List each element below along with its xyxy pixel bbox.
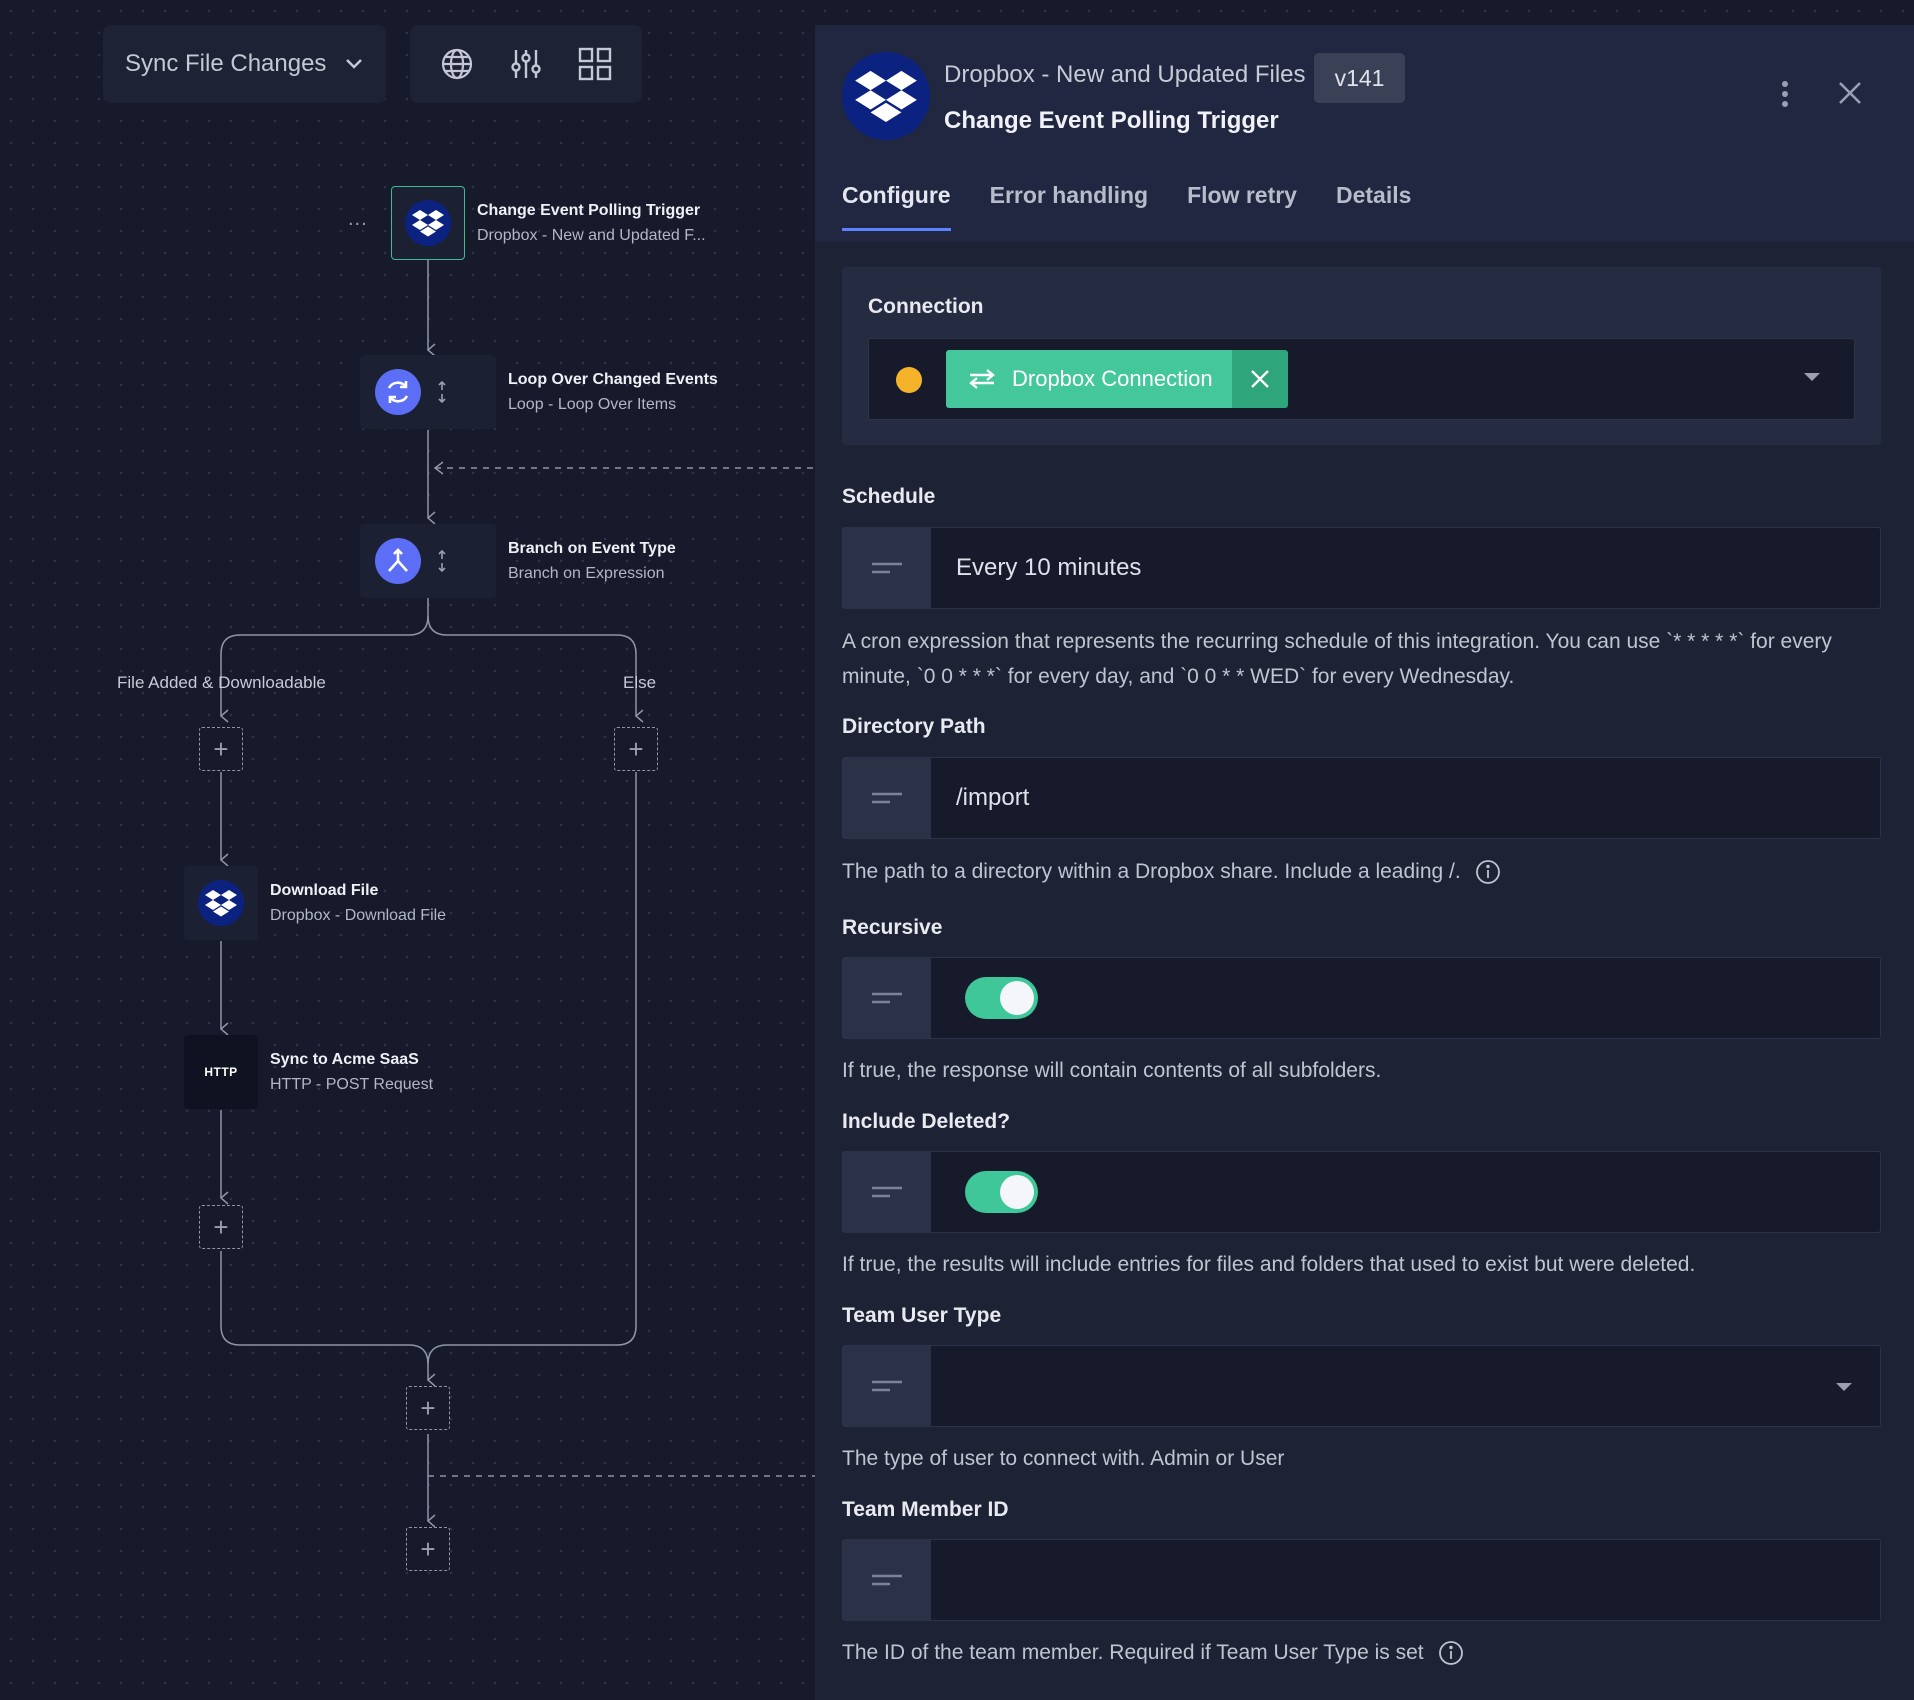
directory-path-value: /import xyxy=(956,784,1030,811)
connector-title: Dropbox - New and Updated Files xyxy=(944,61,1306,88)
trigger-more-icon[interactable]: ... xyxy=(348,208,368,231)
node-title: Branch on Event Type xyxy=(508,539,676,557)
branch-label-left: File Added & Downloadable xyxy=(117,673,326,692)
recursive-description: If true, the response will contain conte… xyxy=(842,1059,1382,1082)
connection-chip[interactable]: Dropbox Connection xyxy=(946,350,1288,408)
input-type-icon[interactable] xyxy=(843,1152,931,1232)
node-title: Sync to Acme SaaS xyxy=(270,1050,419,1068)
node-subtitle: Loop - Loop Over Items xyxy=(508,395,677,413)
node-trigger[interactable]: Change Event Polling Trigger Dropbox - N… xyxy=(391,186,706,260)
add-step-button[interactable]: + xyxy=(199,1205,243,1249)
connection-section: Connection Dropbox Connection xyxy=(842,267,1881,445)
input-type-icon[interactable] xyxy=(843,1346,931,1426)
directory-path-field[interactable]: /import xyxy=(842,757,1881,839)
recursive-label: Recursive xyxy=(842,916,943,939)
directory-path-description: The path to a directory within a Dropbox… xyxy=(842,860,1461,883)
node-title: Loop Over Changed Events xyxy=(508,370,718,388)
input-type-icon[interactable] xyxy=(843,958,931,1038)
node-subtitle: Dropbox - Download File xyxy=(270,906,447,924)
team-user-type-description: The type of user to connect with. Admin … xyxy=(842,1447,1285,1470)
version-badge[interactable]: v141 xyxy=(1314,53,1405,103)
loop-icon xyxy=(375,369,421,415)
node-branch[interactable]: Branch on Event Type Branch on Expressio… xyxy=(360,524,676,598)
dropbox-icon xyxy=(405,200,451,246)
collapse-icon[interactable] xyxy=(437,380,447,404)
node-title: Change Event Polling Trigger xyxy=(477,201,701,219)
dropbox-icon xyxy=(842,52,930,140)
input-type-icon[interactable] xyxy=(843,1540,931,1620)
schedule-description: A cron expression that represents the re… xyxy=(842,630,1832,688)
clear-connection-icon[interactable] xyxy=(1231,350,1288,408)
more-vertical-icon[interactable] xyxy=(1781,80,1789,108)
team-member-id-description: The ID of the team member. Required if T… xyxy=(842,1641,1424,1664)
collapse-icon[interactable] xyxy=(437,549,447,573)
connection-select[interactable]: Dropbox Connection xyxy=(868,338,1855,420)
include-deleted-toggle[interactable] xyxy=(965,1171,1038,1213)
team-member-id-value xyxy=(931,1540,956,1620)
schedule-label: Schedule xyxy=(842,485,936,508)
globe-icon[interactable] xyxy=(440,47,474,81)
branch-label-else: Else xyxy=(623,673,657,692)
flow-selector[interactable]: Sync File Changes xyxy=(103,25,386,103)
flow-name: Sync File Changes xyxy=(125,50,327,77)
connection-status-dot xyxy=(896,367,922,393)
sliders-icon[interactable] xyxy=(509,47,543,81)
node-title: Download File xyxy=(270,881,379,899)
chevron-down-icon[interactable] xyxy=(1836,1383,1852,1391)
directory-path-label: Directory Path xyxy=(842,715,986,738)
panel-header: Dropbox - New and Updated Files v141 Cha… xyxy=(815,25,1914,242)
team-user-type-select[interactable] xyxy=(842,1345,1881,1427)
node-download-file[interactable]: Download File Dropbox - Download File xyxy=(184,866,446,940)
swap-icon xyxy=(968,368,996,390)
panel-tabs: Configure Error handling Flow retry Deta… xyxy=(842,182,1411,231)
branch-icon xyxy=(375,538,421,584)
tab-details[interactable]: Details xyxy=(1336,182,1411,231)
tab-error-handling[interactable]: Error handling xyxy=(990,182,1148,231)
add-step-button[interactable]: + xyxy=(406,1527,450,1571)
tab-flow-retry[interactable]: Flow retry xyxy=(1187,182,1297,231)
canvas-toolbar xyxy=(410,25,642,103)
team-user-type-label: Team User Type xyxy=(842,1304,1002,1327)
grid-icon[interactable] xyxy=(578,47,612,81)
add-step-button[interactable]: + xyxy=(406,1386,450,1430)
directory-path-description-row: The path to a directory within a Dropbox… xyxy=(842,854,1881,889)
add-step-button[interactable]: + xyxy=(199,727,243,771)
team-member-id-description-row: The ID of the team member. Required if T… xyxy=(842,1635,1881,1670)
team-user-type-value xyxy=(931,1346,956,1426)
connection-label: Connection xyxy=(868,295,984,318)
recursive-field xyxy=(842,957,1881,1039)
node-subtitle: HTTP - POST Request xyxy=(270,1075,434,1093)
dropbox-icon xyxy=(198,880,244,926)
include-deleted-description: If true, the results will include entrie… xyxy=(842,1253,1696,1276)
close-icon[interactable] xyxy=(1837,80,1863,106)
schedule-value: Every 10 minutes xyxy=(956,554,1142,581)
include-deleted-field xyxy=(842,1151,1881,1233)
schedule-field[interactable]: Every 10 minutes xyxy=(842,527,1881,609)
info-icon[interactable] xyxy=(1475,859,1501,885)
step-config-panel: Dropbox - New and Updated Files v141 Cha… xyxy=(815,25,1914,1700)
chevron-down-icon xyxy=(344,57,364,71)
add-step-button[interactable]: + xyxy=(614,727,658,771)
team-member-id-field[interactable] xyxy=(842,1539,1881,1621)
tab-configure[interactable]: Configure xyxy=(842,182,951,231)
node-sync-http[interactable]: HTTP Sync to Acme SaaS HTTP - POST Reque… xyxy=(184,1035,433,1109)
input-type-icon[interactable] xyxy=(843,528,931,608)
chevron-down-icon[interactable] xyxy=(1804,373,1820,381)
input-type-icon[interactable] xyxy=(843,758,931,838)
node-subtitle: Branch on Expression xyxy=(508,564,665,582)
node-loop[interactable]: Loop Over Changed Events Loop - Loop Ove… xyxy=(360,355,718,429)
info-icon[interactable] xyxy=(1438,1640,1464,1666)
recursive-toggle[interactable] xyxy=(965,977,1038,1019)
connection-name: Dropbox Connection xyxy=(1012,366,1213,391)
team-member-id-label: Team Member ID xyxy=(842,1498,1009,1521)
include-deleted-label: Include Deleted? xyxy=(842,1110,1011,1133)
node-subtitle: Dropbox - New and Updated F... xyxy=(477,226,706,244)
step-name: Change Event Polling Trigger xyxy=(944,107,1279,134)
http-icon: HTTP xyxy=(204,1065,238,1079)
